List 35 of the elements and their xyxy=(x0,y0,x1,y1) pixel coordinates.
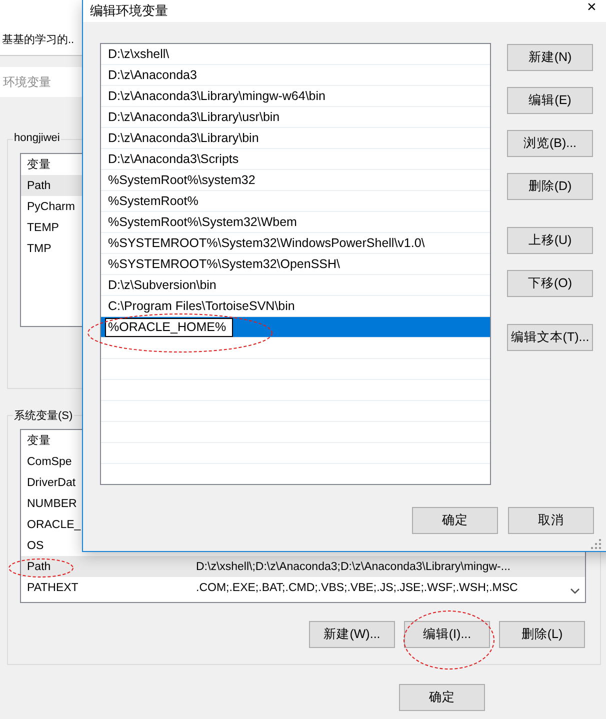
path-entry[interactable]: D:\z\xshell\ xyxy=(101,44,490,65)
path-entry[interactable]: %SystemRoot% xyxy=(101,191,490,212)
window-heading: 基基的学习的.. xyxy=(2,33,74,47)
dialog-button[interactable]: 下移(O) xyxy=(507,270,593,297)
dialog-button[interactable]: 删除(L) xyxy=(499,621,585,648)
dialog-button[interactable]: 新建(N) xyxy=(507,44,593,71)
path-entry[interactable]: %ORACLE_HOME% xyxy=(101,317,490,338)
close-button[interactable]: × xyxy=(587,0,596,16)
path-entry[interactable]: D:\z\Anaconda3\Library\usr\bin xyxy=(101,107,490,128)
group-title: 系统变量(S) xyxy=(13,408,74,423)
ok-button[interactable]: 确定 xyxy=(399,684,485,711)
dialog-button[interactable]: 编辑(I)... xyxy=(404,621,490,648)
dialog-button[interactable]: 编辑(E) xyxy=(507,87,593,114)
path-entry[interactable]: %SystemRoot%\system32 xyxy=(101,170,490,191)
dialog-button[interactable]: 取消 xyxy=(508,507,594,534)
path-entry[interactable]: %SystemRoot%\System32\Wbem xyxy=(101,212,490,233)
search-field[interactable]: 环境变量 xyxy=(0,67,82,97)
path-entry[interactable]: D:\z\Anaconda3\Scripts xyxy=(101,149,490,170)
path-entry[interactable]: %SYSTEMROOT%\System32\WindowsPowerShell\v1.0\ xyxy=(101,233,490,254)
path-entry[interactable]: D:\z\Subversion\bin xyxy=(101,275,490,296)
path-entry[interactable]: %SYSTEMROOT%\System32\OpenSSH\ xyxy=(101,254,490,275)
dialog-button[interactable]: 删除(D) xyxy=(507,173,593,200)
dialog-button[interactable]: 浏览(B)... xyxy=(507,130,593,157)
variable-row[interactable]: PATHEXT .COM;.EXE;.BAT;.CMD;.VBS;.VBE;.JS;.JSE;.WSF;.WSH;.MSC xyxy=(21,577,585,598)
window-title: 编辑环境变量 xyxy=(90,2,168,20)
dialog-button[interactable]: 新建(W)... xyxy=(309,621,395,648)
group-title: hongjiwei xyxy=(13,132,61,144)
dialog-button[interactable]: 上移(U) xyxy=(507,227,593,254)
path-entry[interactable]: D:\z\Anaconda3\Library\bin xyxy=(101,128,490,149)
path-edit-field[interactable]: %ORACLE_HOME% xyxy=(105,318,233,336)
dialog-button[interactable]: 确定 xyxy=(412,507,498,534)
path-entry[interactable]: D:\z\Anaconda3 xyxy=(101,65,490,86)
variable-row[interactable]: Path D:\z\xshell\;D:\z\Anaconda3;D:\z\Anaconda3\Library\mingw-... xyxy=(21,556,585,577)
dialog-button[interactable]: 编辑文本(T)... xyxy=(507,324,593,351)
path-entry[interactable]: D:\z\Anaconda3\Library\mingw-w64\bin xyxy=(101,86,490,107)
